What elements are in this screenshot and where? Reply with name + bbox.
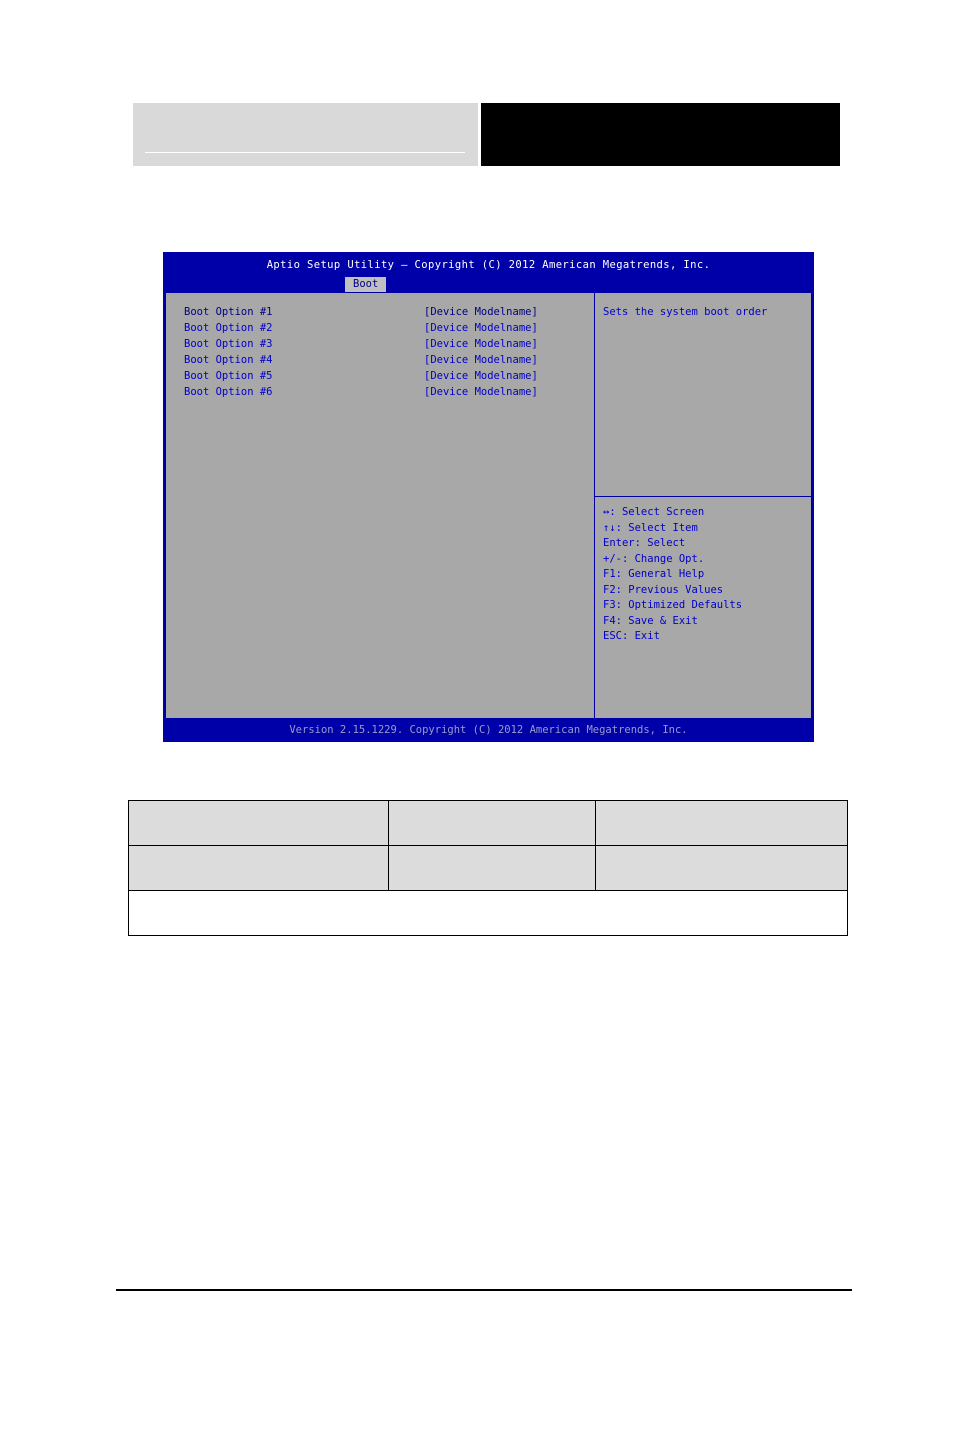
bios-help-panel: Sets the system boot order ↔: Select Scr… (595, 293, 811, 718)
boot-option-value-3: [Device Modelname] (424, 338, 538, 350)
boot-option-label-5: Boot Option #5 (184, 370, 273, 382)
table-cell-r2c1 (128, 845, 389, 891)
table-cell-r2c2 (387, 845, 596, 891)
bios-title: Aptio Setup Utility – Copyright (C) 2012… (266, 259, 711, 271)
bios-tabbar: Boot (163, 277, 814, 293)
table-row (128, 845, 849, 891)
table-row (128, 800, 849, 846)
key-legend-select-screen: ↔: Select Screen (603, 506, 705, 518)
boot-option-value-6: [Device Modelname] (424, 386, 538, 398)
tab-boot[interactable]: Boot (345, 277, 387, 292)
boot-option-label-6: Boot Option #6 (184, 386, 273, 398)
header-right-block (481, 103, 840, 166)
key-legend-f1: F1: General Help (603, 568, 705, 580)
boot-option-value-1: [Device Modelname] (424, 306, 538, 318)
key-legend-f3: F3: Optimized Defaults (603, 599, 743, 611)
page-footer-rule (116, 1289, 852, 1291)
table-cell-r1c1 (128, 800, 389, 846)
boot-option-value-4: [Device Modelname] (424, 354, 538, 366)
boot-option-label-2: Boot Option #2 (184, 322, 273, 334)
table-cell-r1c3 (594, 800, 849, 846)
header-left-rule (145, 152, 465, 153)
key-legend-f4: F4: Save & Exit (603, 614, 698, 627)
key-legend-select-item: ↑↓: Select Item (603, 521, 698, 534)
table-note-row (128, 890, 848, 936)
key-legend-esc: ESC: Exit (603, 630, 660, 642)
bios-help-divider (595, 496, 811, 497)
bios-help-text: Sets the system boot order (603, 306, 768, 318)
table-cell-r2c3 (594, 845, 849, 891)
boot-option-value-2: [Device Modelname] (424, 322, 538, 334)
header-left-block (133, 103, 478, 166)
doc-table (128, 800, 849, 936)
key-legend-f2: F2: Previous Values (603, 583, 724, 596)
boot-option-value-5: [Device Modelname] (424, 370, 538, 382)
table-cell-r1c2 (387, 800, 596, 846)
boot-option-label-4: Boot Option #4 (184, 354, 273, 366)
key-legend-enter: Enter: Select (603, 537, 686, 549)
boot-option-label-3: Boot Option #3 (184, 338, 273, 350)
bios-key-legend: ↔: Select Screen ↑↓: Select Item Enter: … (603, 505, 742, 645)
table-note-cell (128, 890, 848, 936)
bios-options-panel: Boot Option #1 [Device Modelname] Boot O… (166, 293, 594, 718)
bios-body: Boot Option #1 [Device Modelname] Boot O… (165, 293, 812, 718)
bios-version-footer: Version 2.15.1229. Copyright (C) 2012 Am… (289, 724, 688, 736)
bios-screen: Aptio Setup Utility – Copyright (C) 2012… (163, 252, 814, 742)
boot-option-label-1: Boot Option #1 (184, 306, 273, 318)
key-legend-change-opt: +/-: Change Opt. (603, 552, 705, 565)
